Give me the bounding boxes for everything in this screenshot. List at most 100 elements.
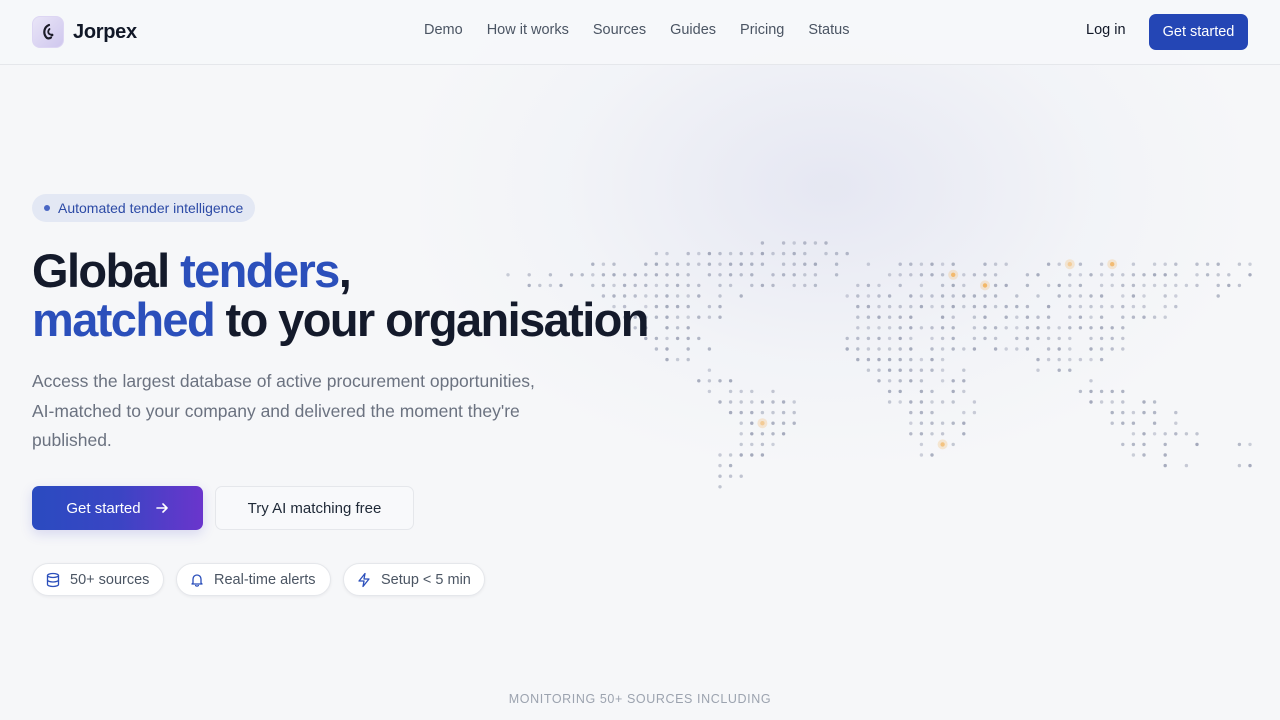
map-dot [930, 357, 934, 362]
map-dot [972, 347, 977, 351]
map-highlight-dot [982, 283, 988, 288]
map-dot [771, 442, 775, 447]
map-dot [1121, 283, 1125, 288]
map-dot [1015, 347, 1019, 351]
map-dot [972, 336, 977, 341]
map-highlight-dot [951, 272, 956, 277]
map-dot [1142, 410, 1146, 415]
map-dot [1174, 294, 1178, 298]
map-dot [919, 283, 924, 288]
map-dot [686, 347, 690, 351]
map-dot [1205, 262, 1210, 266]
map-dot [1099, 304, 1104, 309]
map-dot [1025, 283, 1030, 288]
map-dot [909, 304, 913, 309]
map-dot [951, 326, 955, 330]
map-dot [1089, 400, 1093, 404]
map-dot [750, 400, 754, 404]
map-highlight-dot [940, 442, 945, 447]
map-dot [1078, 326, 1083, 330]
map-dot [803, 251, 807, 256]
map-dot [1025, 273, 1030, 277]
map-dot [1015, 315, 1019, 319]
map-dot [1068, 357, 1072, 362]
nav-link-sources[interactable]: Sources [593, 22, 646, 38]
map-dot [834, 273, 839, 277]
nav-link-how-it-works[interactable]: How it works [487, 22, 569, 38]
map-dot [887, 326, 892, 330]
arrow-right-icon [155, 503, 168, 513]
map-dot [993, 294, 998, 298]
map-dot [728, 463, 733, 468]
map-dot [1099, 315, 1104, 319]
map-dot [739, 389, 743, 394]
map-dot [919, 442, 924, 447]
feature-pill-alerts: Real-time alerts [176, 563, 331, 596]
map-dot [993, 347, 998, 351]
map-dot [1078, 315, 1083, 319]
map-dot [728, 453, 733, 457]
try-ai-matching-button[interactable]: Try AI matching free [215, 486, 414, 530]
map-dot [1163, 453, 1167, 457]
map-dot [665, 357, 669, 362]
map-dot [856, 304, 860, 309]
map-dot [1205, 273, 1210, 277]
map-dot [898, 304, 902, 309]
map-dot [898, 336, 902, 341]
map-dot [951, 379, 955, 383]
map-dot [1078, 262, 1083, 266]
map-dot [845, 336, 849, 341]
map-dot [1068, 326, 1072, 330]
map-dot [1121, 273, 1125, 277]
map-dot [1025, 315, 1030, 319]
map-dot [1046, 315, 1051, 319]
map-dot [1216, 294, 1220, 298]
map-dot [1004, 347, 1008, 351]
map-dot [951, 421, 955, 425]
map-dot [1057, 283, 1061, 288]
map-dot [750, 421, 754, 425]
brand-logo[interactable]: Jorpex [32, 16, 137, 48]
map-dot [1025, 336, 1030, 341]
map-dot [1131, 421, 1136, 425]
map-dot [1152, 421, 1157, 425]
map-dot [919, 326, 924, 330]
map-dot [1057, 336, 1061, 341]
login-link[interactable]: Log in [1086, 22, 1126, 38]
map-highlight-dot [760, 421, 765, 426]
map-dot [930, 273, 934, 277]
nav-get-started-button[interactable]: Get started [1149, 14, 1248, 50]
map-dot [792, 421, 796, 425]
map-dot [972, 294, 977, 298]
map-dot [1078, 283, 1083, 288]
map-dot [919, 273, 924, 277]
hero-get-started-button[interactable]: Get started [32, 486, 203, 530]
map-dot [1184, 283, 1189, 288]
map-dot [1131, 432, 1136, 436]
map-dot [803, 283, 807, 288]
map-dot [1163, 315, 1167, 319]
map-dot [1152, 400, 1157, 404]
map-dot [1142, 315, 1146, 319]
map-dot [1174, 421, 1178, 425]
map-dot [1184, 432, 1189, 436]
map-dot [1237, 442, 1242, 447]
map-dot [919, 368, 924, 372]
map-dot [707, 368, 712, 372]
map-dot [1142, 442, 1146, 447]
map-dot [962, 410, 966, 415]
map-dot [1121, 336, 1125, 341]
map-dot [898, 262, 902, 266]
nav-link-demo[interactable]: Demo [424, 22, 463, 38]
map-dot [1248, 463, 1252, 468]
map-dot [866, 368, 871, 372]
map-dot [1110, 304, 1114, 309]
map-dot [983, 262, 987, 266]
nav-link-pricing[interactable]: Pricing [740, 22, 784, 38]
map-dot [1110, 326, 1114, 330]
map-dot [1068, 315, 1072, 319]
nav-link-guides[interactable]: Guides [670, 22, 716, 38]
nav-link-status[interactable]: Status [808, 22, 849, 38]
map-dot [803, 241, 807, 245]
map-dot [1004, 262, 1008, 266]
